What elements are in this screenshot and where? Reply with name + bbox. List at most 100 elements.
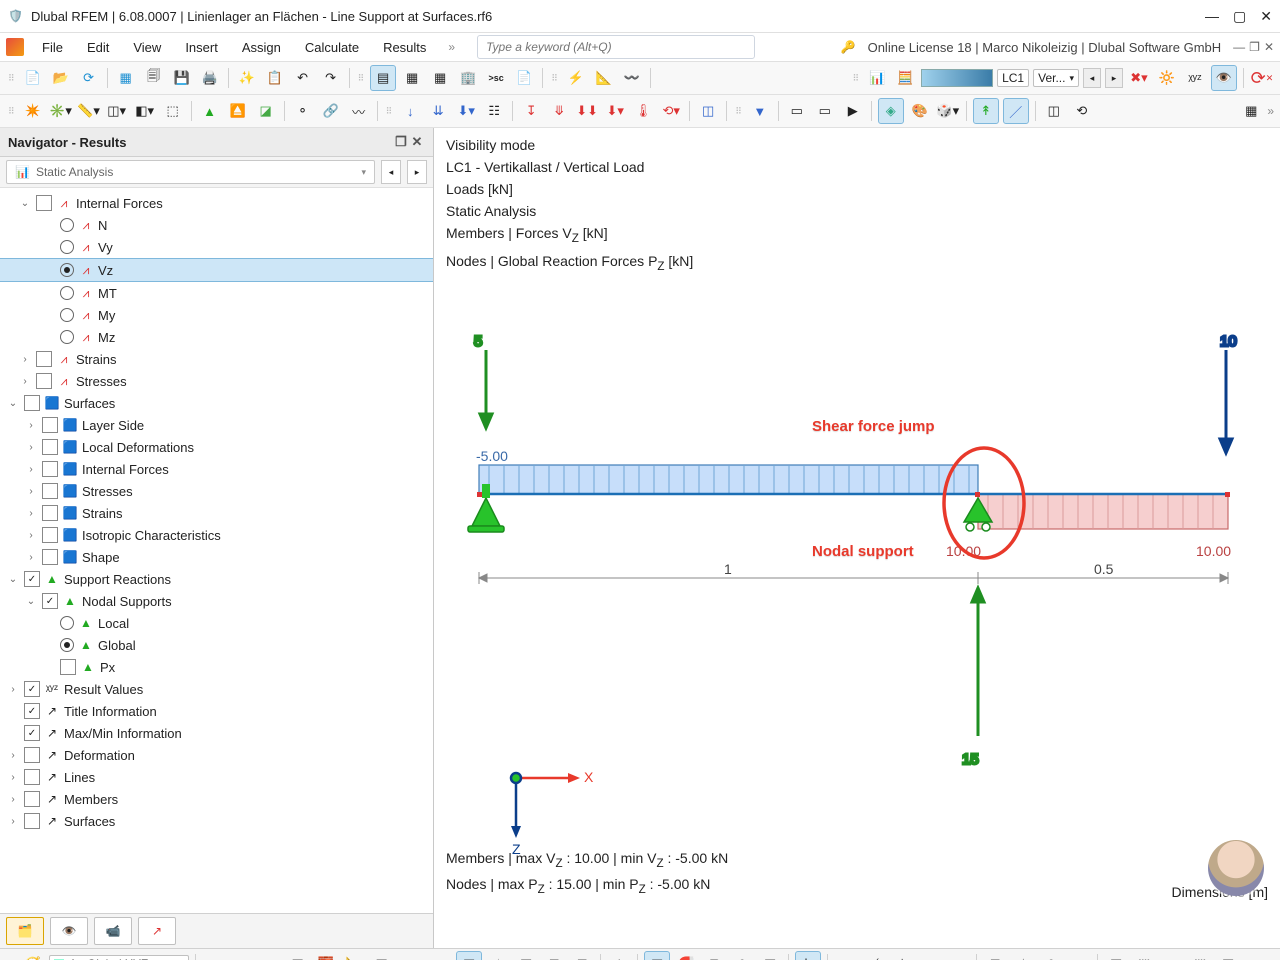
tb2-filter[interactable]: ▼: [748, 99, 772, 123]
bt-snap3[interactable]: ▢: [702, 952, 726, 960]
bt-e[interactable]: 🧱: [314, 952, 338, 960]
close-panel-button[interactable]: ✕: [409, 134, 425, 150]
doc-restore-button[interactable]: ❐: [1249, 40, 1260, 54]
bt-s2[interactable]: ▦: [514, 952, 538, 960]
bt-ln4[interactable]: ⊿: [918, 952, 942, 960]
menu-file[interactable]: File: [32, 36, 73, 59]
tb-lc2[interactable]: 🧮: [893, 66, 917, 90]
search-input[interactable]: [477, 35, 755, 59]
tb2-line2[interactable]: ／: [1003, 98, 1029, 124]
bt-p4[interactable]: ⬚: [1188, 952, 1212, 960]
tb2-o1[interactable]: ◫: [1042, 99, 1066, 123]
tb2-load2[interactable]: ⇊: [426, 99, 450, 123]
bt-work[interactable]: 🧭: [21, 952, 45, 960]
bt-o3[interactable]: ⊗: [1039, 952, 1063, 960]
bt-ln2[interactable]: ⟋: [862, 952, 886, 960]
toolbar-overflow-icon[interactable]: »: [1267, 104, 1274, 118]
refresh-button[interactable]: ⟳✕: [1250, 66, 1274, 90]
tree-s-strains[interactable]: Strains: [82, 506, 122, 521]
maximize-button[interactable]: ▢: [1233, 8, 1246, 25]
tb2-nsup[interactable]: ▲: [198, 99, 222, 123]
tb2-v2[interactable]: ▭: [813, 99, 837, 123]
tb2-lload[interactable]: ⤋: [547, 99, 571, 123]
tree-vy[interactable]: Vy: [98, 240, 113, 255]
tb2-ssup[interactable]: ◪: [254, 99, 278, 123]
tree-surfaces2[interactable]: Surfaces: [64, 814, 115, 829]
tb-f2[interactable]: ᵡʸᶻ: [1183, 66, 1207, 90]
tb-block[interactable]: ▦: [114, 66, 138, 90]
tree-lines[interactable]: Lines: [64, 770, 95, 785]
bt-snap1[interactable]: ▦: [644, 951, 670, 960]
tree-global[interactable]: Global: [98, 638, 136, 653]
tb2-rigid[interactable]: 🔗: [319, 99, 343, 123]
lc-combo[interactable]: LC1: [997, 69, 1029, 87]
tree-surfaces[interactable]: Surfaces: [64, 396, 115, 411]
bt-p3[interactable]: ▭: [1160, 952, 1184, 960]
tree-iso[interactable]: Isotropic Characteristics: [82, 528, 221, 543]
tb2-pload[interactable]: ↧: [519, 99, 543, 123]
nav-tab-views[interactable]: 📹: [94, 917, 132, 945]
tb-print[interactable]: 🖨️: [198, 66, 222, 90]
tb2-opening[interactable]: ⬚: [161, 99, 185, 123]
tb-windowed[interactable]: ▤: [370, 65, 396, 91]
tree-s-stresses[interactable]: Stresses: [82, 484, 133, 499]
next-analysis-button[interactable]: ▸: [407, 160, 427, 184]
tree-mt[interactable]: MT: [98, 286, 117, 301]
bt-c[interactable]: ◼: [258, 952, 282, 960]
bt-ortho[interactable]: ⟂: [607, 952, 631, 960]
tree-maxmin[interactable]: Max/Min Information: [64, 726, 182, 741]
tb2-loadset[interactable]: ☷: [482, 99, 506, 123]
tree-members[interactable]: Members: [64, 792, 118, 807]
tree-title-info[interactable]: Title Information: [64, 704, 157, 719]
lc-next-button[interactable]: ▸: [1105, 68, 1123, 88]
tb-new[interactable]: 📄: [21, 66, 45, 90]
bt-d[interactable]: ◫: [286, 952, 310, 960]
bt-ln5[interactable]: ○: [946, 952, 970, 960]
doc-close-button[interactable]: ✕: [1264, 40, 1274, 54]
tb-plot[interactable]: 📐: [592, 66, 616, 90]
tb-building[interactable]: 🏢: [456, 66, 480, 90]
tree-nodal-supports[interactable]: Nodal Supports: [82, 594, 172, 609]
tb2-v3[interactable]: ▶: [841, 99, 865, 123]
tb-script[interactable]: >sc: [484, 66, 508, 90]
tree-my[interactable]: My: [98, 308, 115, 323]
nav-tab-results[interactable]: ↗: [138, 917, 176, 945]
model-viewport[interactable]: Visibility mode LC1 - Vertikallast / Ver…: [434, 128, 1280, 948]
tb2-spring[interactable]: 〰: [347, 99, 371, 123]
tree-n[interactable]: N: [98, 218, 107, 233]
tb2-member[interactable]: 📏▾: [77, 99, 101, 123]
tb2-selection[interactable]: ◫: [696, 99, 720, 123]
tb-doc2[interactable]: 📄: [512, 66, 536, 90]
bt-s3[interactable]: ⊞: [542, 952, 566, 960]
bt-s4[interactable]: ⊡: [570, 952, 594, 960]
tree-strains[interactable]: Strains: [76, 352, 116, 367]
bt-a[interactable]: 🔺: [202, 952, 226, 960]
tb-add[interactable]: ✨: [235, 66, 259, 90]
tb-redo[interactable]: ↷: [319, 66, 343, 90]
bt-o1[interactable]: ⊞: [983, 952, 1007, 960]
lc-prev-button[interactable]: ◂: [1083, 68, 1101, 88]
menu-overflow-icon[interactable]: »: [440, 40, 463, 54]
tb2-hinge[interactable]: ⚬: [291, 99, 315, 123]
tree-s-internal[interactable]: Internal Forces: [82, 462, 169, 477]
bt-p1[interactable]: ▦: [1104, 952, 1128, 960]
workplane-combo[interactable]: 1 - Global XYZ▾: [49, 955, 189, 960]
bt-m1[interactable]: ↳: [795, 951, 821, 960]
tb2-up[interactable]: ↟: [973, 98, 999, 124]
tree-layer-side[interactable]: Layer Side: [82, 418, 144, 433]
tb-refresh[interactable]: ⟳: [77, 66, 101, 90]
menu-edit[interactable]: Edit: [77, 36, 119, 59]
nav-tab-display[interactable]: 👁️: [50, 917, 88, 945]
tb-table[interactable]: ▦: [400, 66, 424, 90]
tb-f1[interactable]: 🔆: [1155, 66, 1179, 90]
bt-snap4[interactable]: ⊗: [730, 952, 754, 960]
doc-minimize-button[interactable]: —: [1233, 40, 1245, 54]
bt-o2[interactable]: ✶: [1011, 952, 1035, 960]
tb2-cube[interactable]: 🎲▾: [936, 99, 960, 123]
bt-g[interactable]: ◧: [370, 952, 394, 960]
tb2-iso[interactable]: ◈: [878, 98, 904, 124]
tree-local-def[interactable]: Local Deformations: [82, 440, 194, 455]
menu-results[interactable]: Results: [373, 36, 436, 59]
tb-wave[interactable]: 〰️: [620, 66, 644, 90]
menu-insert[interactable]: Insert: [175, 36, 228, 59]
